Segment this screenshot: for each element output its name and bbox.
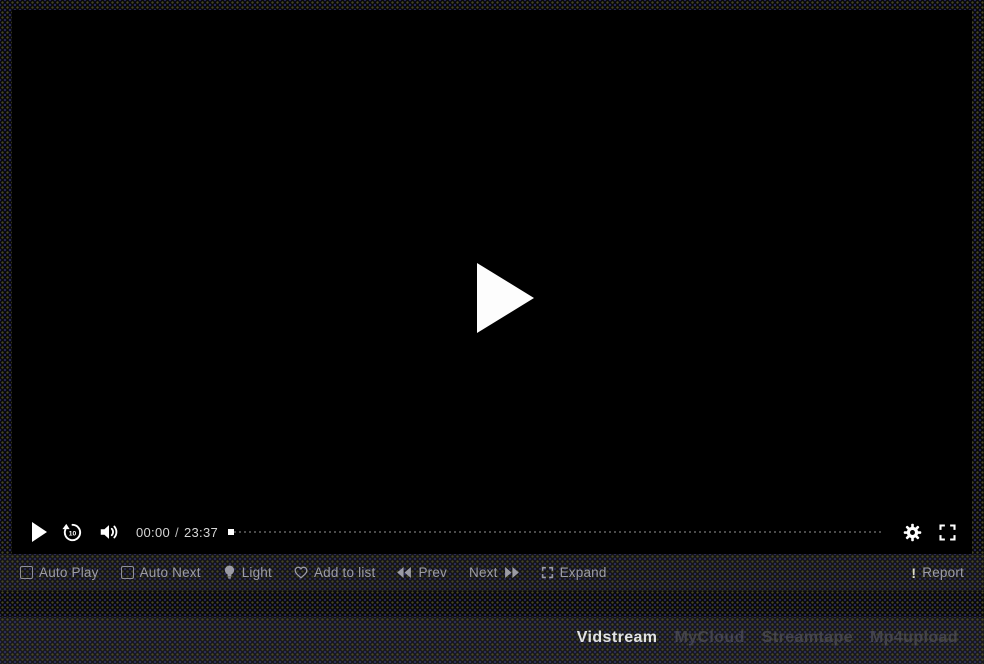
player-control-bar: 10 00:00 / 23:37 [12,510,972,554]
auto-next-checkbox-icon [121,566,134,579]
volume-icon [98,521,120,543]
auto-play-label: Auto Play [39,565,99,580]
current-time: 00:00 [136,525,170,540]
rewind-10-button[interactable]: 10 [61,521,84,544]
video-player[interactable]: 10 00:00 / 23:37 [12,10,972,554]
fullscreen-icon [937,522,958,543]
lightbulb-icon [223,565,236,580]
big-play-icon[interactable] [477,263,534,333]
next-label: Next [469,565,498,580]
player-toolbar: Auto Play Auto Next Light Add to list Pr… [0,554,984,591]
light-toggle[interactable]: Light [223,565,272,580]
expand-label: Expand [560,565,607,580]
settings-button[interactable] [902,522,923,543]
light-label: Light [242,565,272,580]
time-display: 00:00 / 23:37 [136,525,218,540]
prev-icon [397,567,412,578]
seek-playhead[interactable] [228,529,234,535]
report-button[interactable]: ! Report [911,565,964,581]
auto-next-toggle[interactable]: Auto Next [121,565,201,580]
next-icon [504,567,519,578]
next-episode-button[interactable]: Next [469,565,519,580]
auto-next-label: Auto Next [140,565,201,580]
rewind-10-icon: 10 [61,521,84,544]
add-to-list-button[interactable]: Add to list [294,565,375,580]
server-select-section: Vidstream MyCloud Streamtape Mp4upload [0,617,984,664]
duration: 23:37 [184,525,218,540]
seekbar[interactable] [228,525,884,539]
gear-icon [902,522,923,543]
expand-icon [541,566,554,579]
server-list: Vidstream MyCloud Streamtape Mp4upload [577,617,958,658]
server-item-mycloud[interactable]: MyCloud [674,629,744,647]
play-button[interactable] [26,522,47,542]
play-icon [32,522,47,542]
volume-button[interactable] [98,521,120,543]
auto-play-checkbox-icon [20,566,33,579]
auto-play-toggle[interactable]: Auto Play [20,565,99,580]
server-item-vidstream[interactable]: Vidstream [577,629,658,647]
server-item-mp4upload[interactable]: Mp4upload [870,629,958,647]
divider [0,658,984,659]
prev-label: Prev [418,565,447,580]
svg-text:10: 10 [69,530,77,537]
heart-icon [294,566,308,579]
seek-track [234,531,884,533]
report-exclamation-icon: ! [911,565,916,581]
server-item-streamtape[interactable]: Streamtape [762,629,853,647]
report-label: Report [922,565,964,580]
fullscreen-button[interactable] [937,522,958,543]
prev-episode-button[interactable]: Prev [397,565,447,580]
expand-button[interactable]: Expand [541,565,607,580]
time-separator: / [175,525,179,540]
add-to-list-label: Add to list [314,565,375,580]
